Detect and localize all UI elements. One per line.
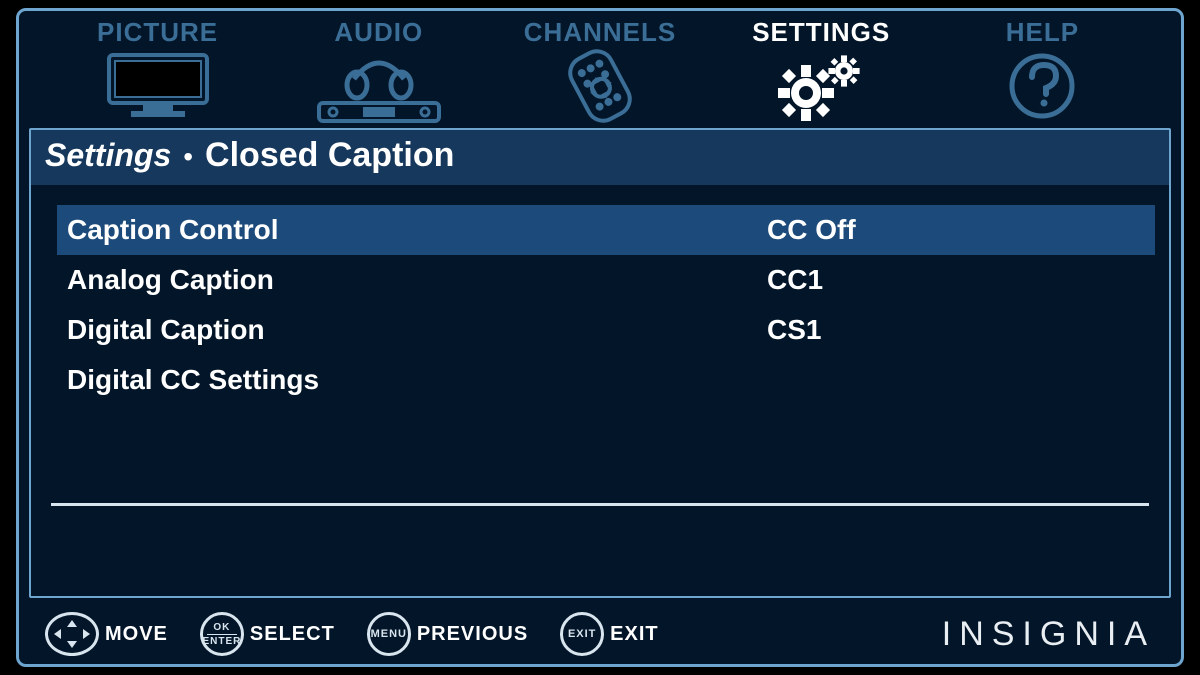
row-label: Caption Control	[67, 214, 767, 246]
tab-help[interactable]: HELP	[932, 17, 1153, 122]
tab-settings-label: SETTINGS	[752, 17, 890, 48]
hint-previous-label: PREVIOUS	[417, 623, 528, 646]
brand-logo: INSIGNIA	[942, 615, 1155, 654]
tv-icon	[103, 50, 213, 122]
panel-divider	[51, 503, 1149, 506]
row-value: CC1	[767, 264, 1141, 296]
breadcrumb-parent: Settings	[45, 137, 171, 174]
settings-panel: Settings • Closed Caption Caption Contro…	[29, 128, 1171, 598]
remote-icon	[550, 50, 650, 122]
gears-icon	[766, 50, 876, 122]
settings-rows: Caption Control CC Off Analog Caption CC…	[31, 185, 1169, 405]
hint-previous: MENU PREVIOUS	[367, 612, 528, 656]
row-label: Digital CC Settings	[67, 364, 767, 396]
dpad-icon	[45, 612, 99, 656]
breadcrumb: Settings • Closed Caption	[31, 130, 1169, 185]
row-analog-caption[interactable]: Analog Caption CC1	[57, 255, 1155, 305]
row-label: Digital Caption	[67, 314, 767, 346]
hint-move: MOVE	[45, 612, 168, 656]
breadcrumb-current: Closed Caption	[205, 136, 454, 175]
question-icon	[1005, 50, 1079, 122]
tab-picture[interactable]: PICTURE	[47, 17, 268, 122]
breadcrumb-separator: •	[181, 141, 195, 173]
tab-help-label: HELP	[1006, 17, 1079, 48]
tv-osd-screen: PICTURE AUDIO	[16, 8, 1184, 667]
hint-exit-label: EXIT	[610, 623, 658, 646]
hint-move-label: MOVE	[105, 623, 168, 646]
ok-enter-icon: OK ENTER	[200, 612, 244, 656]
tab-channels-label: CHANNELS	[524, 17, 676, 48]
menu-button-icon: MENU	[367, 612, 411, 656]
exit-button-icon: EXIT	[560, 612, 604, 656]
row-value: CS1	[767, 314, 1141, 346]
row-digital-caption[interactable]: Digital Caption CS1	[57, 305, 1155, 355]
hint-select-label: SELECT	[250, 623, 335, 646]
tab-channels[interactable]: CHANNELS	[489, 17, 710, 122]
hint-exit: EXIT EXIT	[560, 612, 658, 656]
row-label: Analog Caption	[67, 264, 767, 296]
tab-picture-label: PICTURE	[97, 17, 218, 48]
hint-select: OK ENTER SELECT	[200, 612, 335, 656]
top-tabs: PICTURE AUDIO	[19, 15, 1181, 128]
headphones-icon	[309, 50, 449, 122]
footer-hints: MOVE OK ENTER SELECT MENU PREVIOUS EXIT …	[29, 610, 1171, 658]
row-value: CC Off	[767, 214, 1141, 246]
tab-settings[interactable]: SETTINGS	[711, 17, 932, 122]
tab-audio[interactable]: AUDIO	[268, 17, 489, 122]
tab-audio-label: AUDIO	[334, 17, 423, 48]
row-digital-cc-settings[interactable]: Digital CC Settings	[57, 355, 1155, 405]
row-caption-control[interactable]: Caption Control CC Off	[57, 205, 1155, 255]
